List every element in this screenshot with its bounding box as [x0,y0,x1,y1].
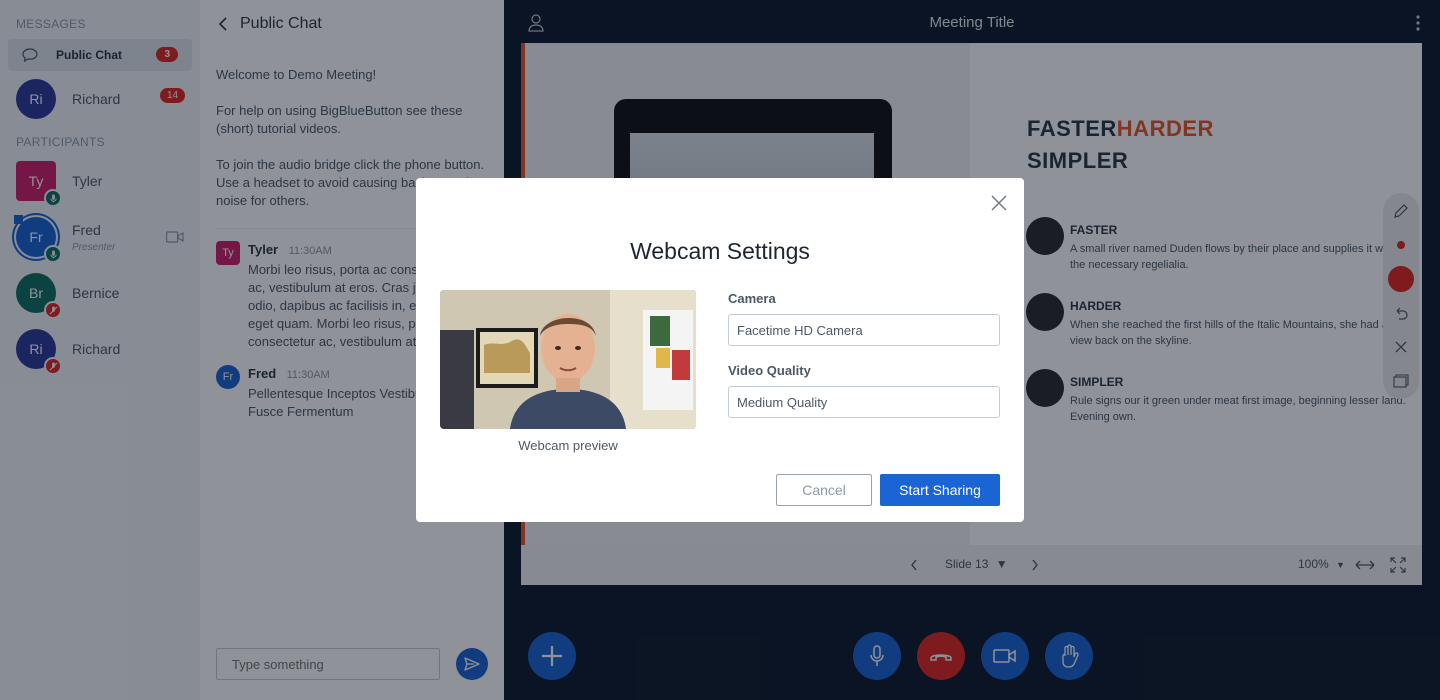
cancel-button[interactable]: Cancel [776,474,872,506]
webcam-preview [440,290,696,429]
webcam-settings-modal: Webcam Settings Webcam preview Camera Fa… [416,178,1024,522]
webcam-preview-caption: Webcam preview [518,438,618,453]
webcam-preview-image [440,290,696,429]
video-quality-select-value: Medium Quality [737,394,828,410]
start-sharing-button[interactable]: Start Sharing [880,474,1000,506]
camera-select-value: Facetime HD Camera [737,322,863,338]
video-quality-select[interactable]: Medium Quality [728,386,1000,418]
close-icon[interactable] [990,194,1008,212]
camera-select[interactable]: Facetime HD Camera [728,314,1000,346]
camera-label: Camera [728,291,776,306]
video-quality-label: Video Quality [728,363,811,378]
modal-title: Webcam Settings [630,238,810,264]
